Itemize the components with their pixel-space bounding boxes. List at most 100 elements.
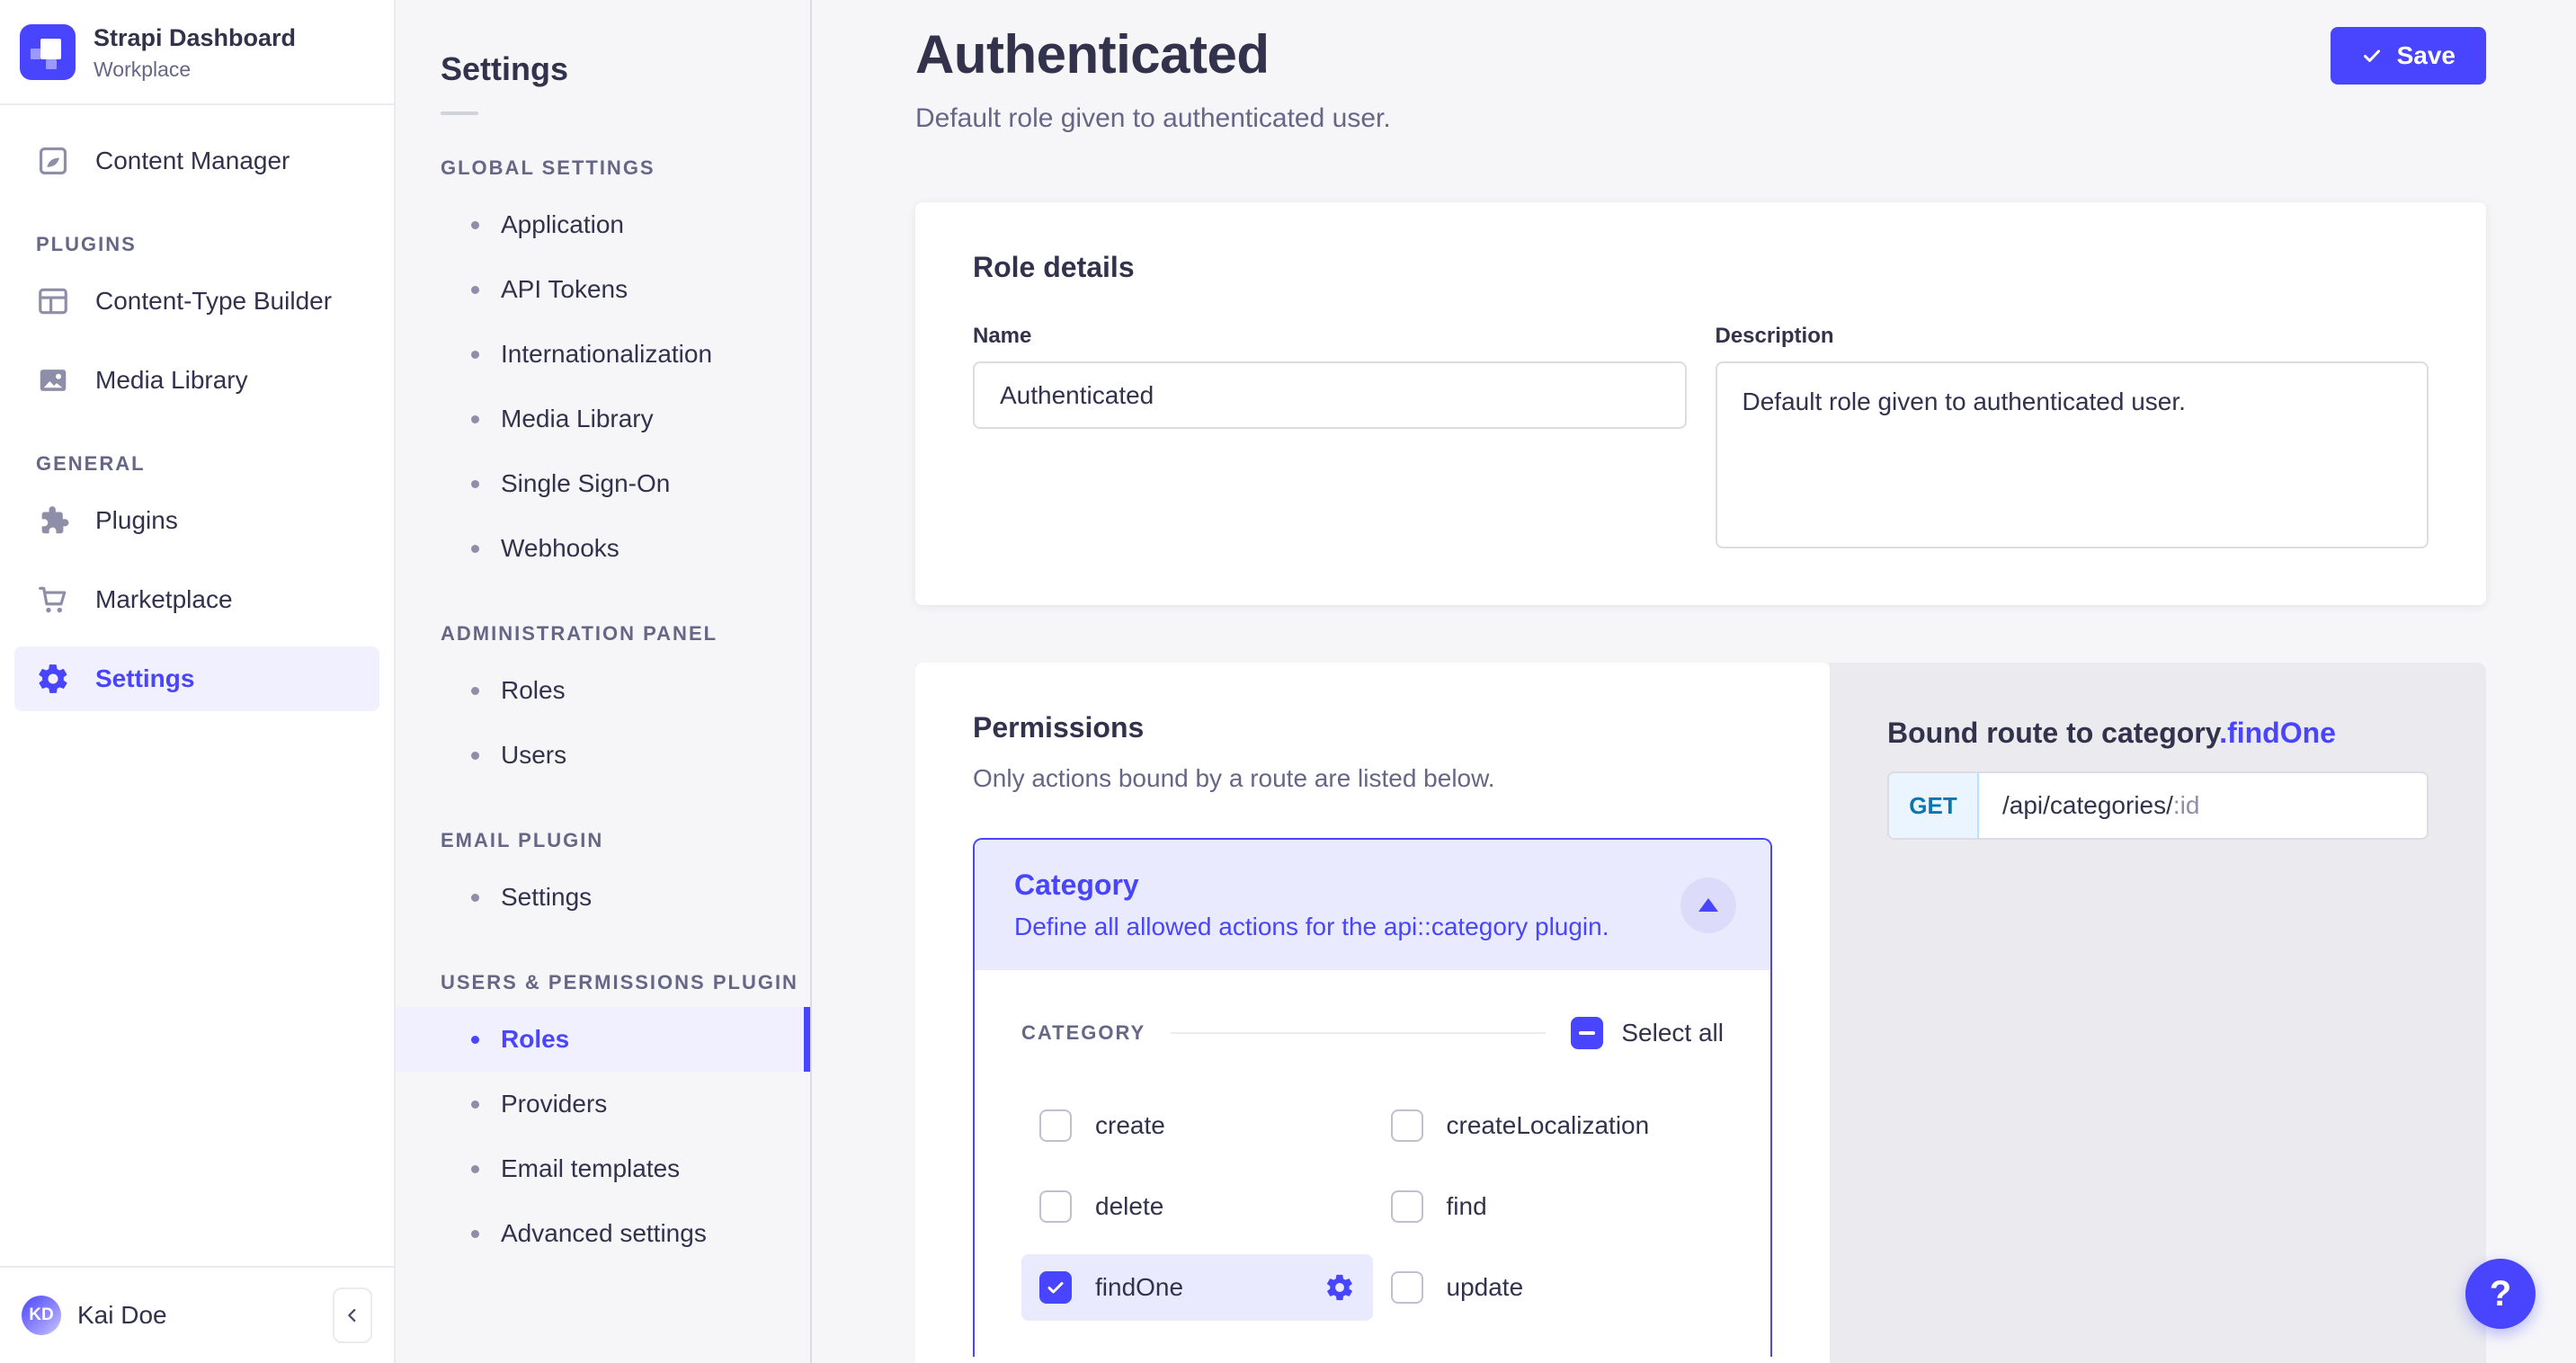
checkbox-label: findOne xyxy=(1095,1273,1183,1302)
avatar[interactable]: KD xyxy=(22,1296,61,1335)
bullet-dot xyxy=(471,1230,479,1238)
category-group-label: CATEGORY xyxy=(1021,1021,1145,1045)
bullet-dot xyxy=(471,1036,479,1044)
nav-section-plugins: PLUGINS xyxy=(36,233,379,256)
nav-item-content-type-builder[interactable]: Content-Type Builder xyxy=(14,269,379,334)
plugins-icon xyxy=(36,503,70,538)
user-name: Kai Doe xyxy=(77,1301,316,1330)
bound-route-title-action: .findOne xyxy=(2219,717,2336,749)
subnav-item-email-templates[interactable]: Email templates xyxy=(396,1136,810,1201)
bound-route-title-prefix: Bound route to category xyxy=(1887,717,2219,749)
checkbox-label: find xyxy=(1447,1192,1487,1221)
bullet-dot xyxy=(471,221,479,229)
media-library-icon xyxy=(36,363,70,397)
save-button[interactable]: Save xyxy=(2331,27,2486,85)
bullet-dot xyxy=(471,1100,479,1109)
subnav-item-email-settings[interactable]: Settings xyxy=(396,865,810,930)
permissions-title: Permissions xyxy=(973,711,1772,744)
subnav-item-label: Internationalization xyxy=(501,340,712,369)
select-all-checkbox[interactable] xyxy=(1571,1017,1603,1049)
collapse-sidebar-button[interactable] xyxy=(333,1287,372,1343)
description-textarea[interactable]: Default role given to authenticated user… xyxy=(1716,361,2429,548)
subnav-item-application[interactable]: Application xyxy=(396,192,810,257)
role-details-title: Role details xyxy=(973,251,2429,284)
bullet-dot xyxy=(471,687,479,695)
findone-settings-button[interactable] xyxy=(1324,1272,1355,1303)
nav-item-label: Media Library xyxy=(95,366,248,395)
subnav-item-label: Roles xyxy=(501,1025,569,1054)
subnav-item-label: API Tokens xyxy=(501,275,628,304)
subnav-item-media-library[interactable]: Media Library xyxy=(396,387,810,451)
subnav-section-users-permissions-plugin: USERS & PERMISSIONS PLUGIN Roles Provide… xyxy=(396,971,810,1266)
collapse-accordion-button[interactable] xyxy=(1680,877,1736,933)
divider xyxy=(1171,1032,1546,1034)
route-path: /api/categories/:id xyxy=(1979,773,2223,838)
permission-findone: findOne xyxy=(1021,1254,1373,1321)
bullet-dot xyxy=(471,894,479,902)
permissions-section: Permissions Only actions bound by a rout… xyxy=(915,663,2486,1363)
nav-item-settings[interactable]: Settings xyxy=(14,646,379,711)
minus-icon xyxy=(1579,1031,1595,1035)
permissions-card: Permissions Only actions bound by a rout… xyxy=(915,663,1830,1363)
accordion-description: Define all allowed actions for the api::… xyxy=(1014,913,1731,941)
nav-item-label: Marketplace xyxy=(95,585,233,614)
subnav-item-admin-users[interactable]: Users xyxy=(396,723,810,788)
main-content: Authenticated Default role given to auth… xyxy=(812,0,2576,1363)
subnav-item-up-roles[interactable]: Roles xyxy=(396,1007,810,1072)
permissions-grid: create createLocalization delete xyxy=(1021,1092,1724,1321)
subnav-section-label: GLOBAL SETTINGS xyxy=(396,156,810,180)
bullet-dot xyxy=(471,480,479,488)
category-accordion-header[interactable]: Category Define all allowed actions for … xyxy=(975,840,1770,970)
name-input[interactable] xyxy=(973,361,1687,429)
category-group-row: CATEGORY Select all xyxy=(1021,1017,1724,1049)
page-title: Authenticated xyxy=(915,23,1391,85)
subnav-item-internationalization[interactable]: Internationalization xyxy=(396,322,810,387)
nav-item-label: Plugins xyxy=(95,506,178,535)
subnav-item-webhooks[interactable]: Webhooks xyxy=(396,516,810,581)
subnav-title: Settings xyxy=(396,50,810,88)
nav-item-content-manager[interactable]: Content Manager xyxy=(14,129,379,193)
permission-update: update xyxy=(1373,1254,1725,1321)
subnav-item-label: Webhooks xyxy=(501,534,619,563)
role-details-card: Role details Name Description Default ro… xyxy=(915,202,2486,605)
subnav-item-single-sign-on[interactable]: Single Sign-On xyxy=(396,451,810,516)
bullet-dot xyxy=(471,415,479,423)
nav-item-media-library[interactable]: Media Library xyxy=(14,348,379,413)
subnav-item-providers[interactable]: Providers xyxy=(396,1072,810,1136)
checkbox-label: update xyxy=(1447,1273,1524,1302)
bound-route-title: Bound route to category.findOne xyxy=(1887,717,2429,750)
app-root: Strapi Dashboard Workplace Content Manag… xyxy=(0,0,2576,1363)
content-type-builder-icon xyxy=(36,284,70,318)
createlocalization-checkbox[interactable] xyxy=(1391,1109,1423,1142)
brand-subtitle: Workplace xyxy=(94,58,296,82)
checkbox-label: createLocalization xyxy=(1447,1111,1650,1140)
description-label: Description xyxy=(1716,324,2429,349)
subnav-item-label: Advanced settings xyxy=(501,1219,707,1248)
permission-find: find xyxy=(1373,1173,1725,1240)
subnav-item-label: Email templates xyxy=(501,1154,680,1183)
nav-item-plugins[interactable]: Plugins xyxy=(14,488,379,553)
findone-checkbox[interactable] xyxy=(1039,1271,1072,1304)
help-button[interactable]: ? xyxy=(2465,1259,2536,1329)
route-path-base: /api/categories/ xyxy=(2002,791,2173,820)
gear-icon xyxy=(1324,1272,1355,1303)
subnav-item-label: Single Sign-On xyxy=(501,469,670,498)
settings-subnav: Settings GLOBAL SETTINGS Application API… xyxy=(396,0,812,1363)
bullet-dot xyxy=(471,752,479,760)
bullet-dot xyxy=(471,351,479,359)
find-checkbox[interactable] xyxy=(1391,1190,1423,1223)
delete-checkbox[interactable] xyxy=(1039,1190,1072,1223)
subnav-item-admin-roles[interactable]: Roles xyxy=(396,658,810,723)
update-checkbox[interactable] xyxy=(1391,1271,1423,1304)
chevron-up-icon xyxy=(1698,898,1718,912)
subnav-item-label: Providers xyxy=(501,1090,607,1118)
subnav-item-advanced-settings[interactable]: Advanced settings xyxy=(396,1201,810,1266)
nav-item-marketplace[interactable]: Marketplace xyxy=(14,567,379,632)
role-details-fields: Name Description Default role given to a… xyxy=(973,324,2429,553)
name-label: Name xyxy=(973,324,1687,349)
brand: Strapi Dashboard Workplace xyxy=(0,0,394,103)
subnav-item-api-tokens[interactable]: API Tokens xyxy=(396,257,810,322)
nav-item-label: Settings xyxy=(95,664,194,693)
subnav-section-global-settings: GLOBAL SETTINGS Application API Tokens I… xyxy=(396,156,810,581)
create-checkbox[interactable] xyxy=(1039,1109,1072,1142)
